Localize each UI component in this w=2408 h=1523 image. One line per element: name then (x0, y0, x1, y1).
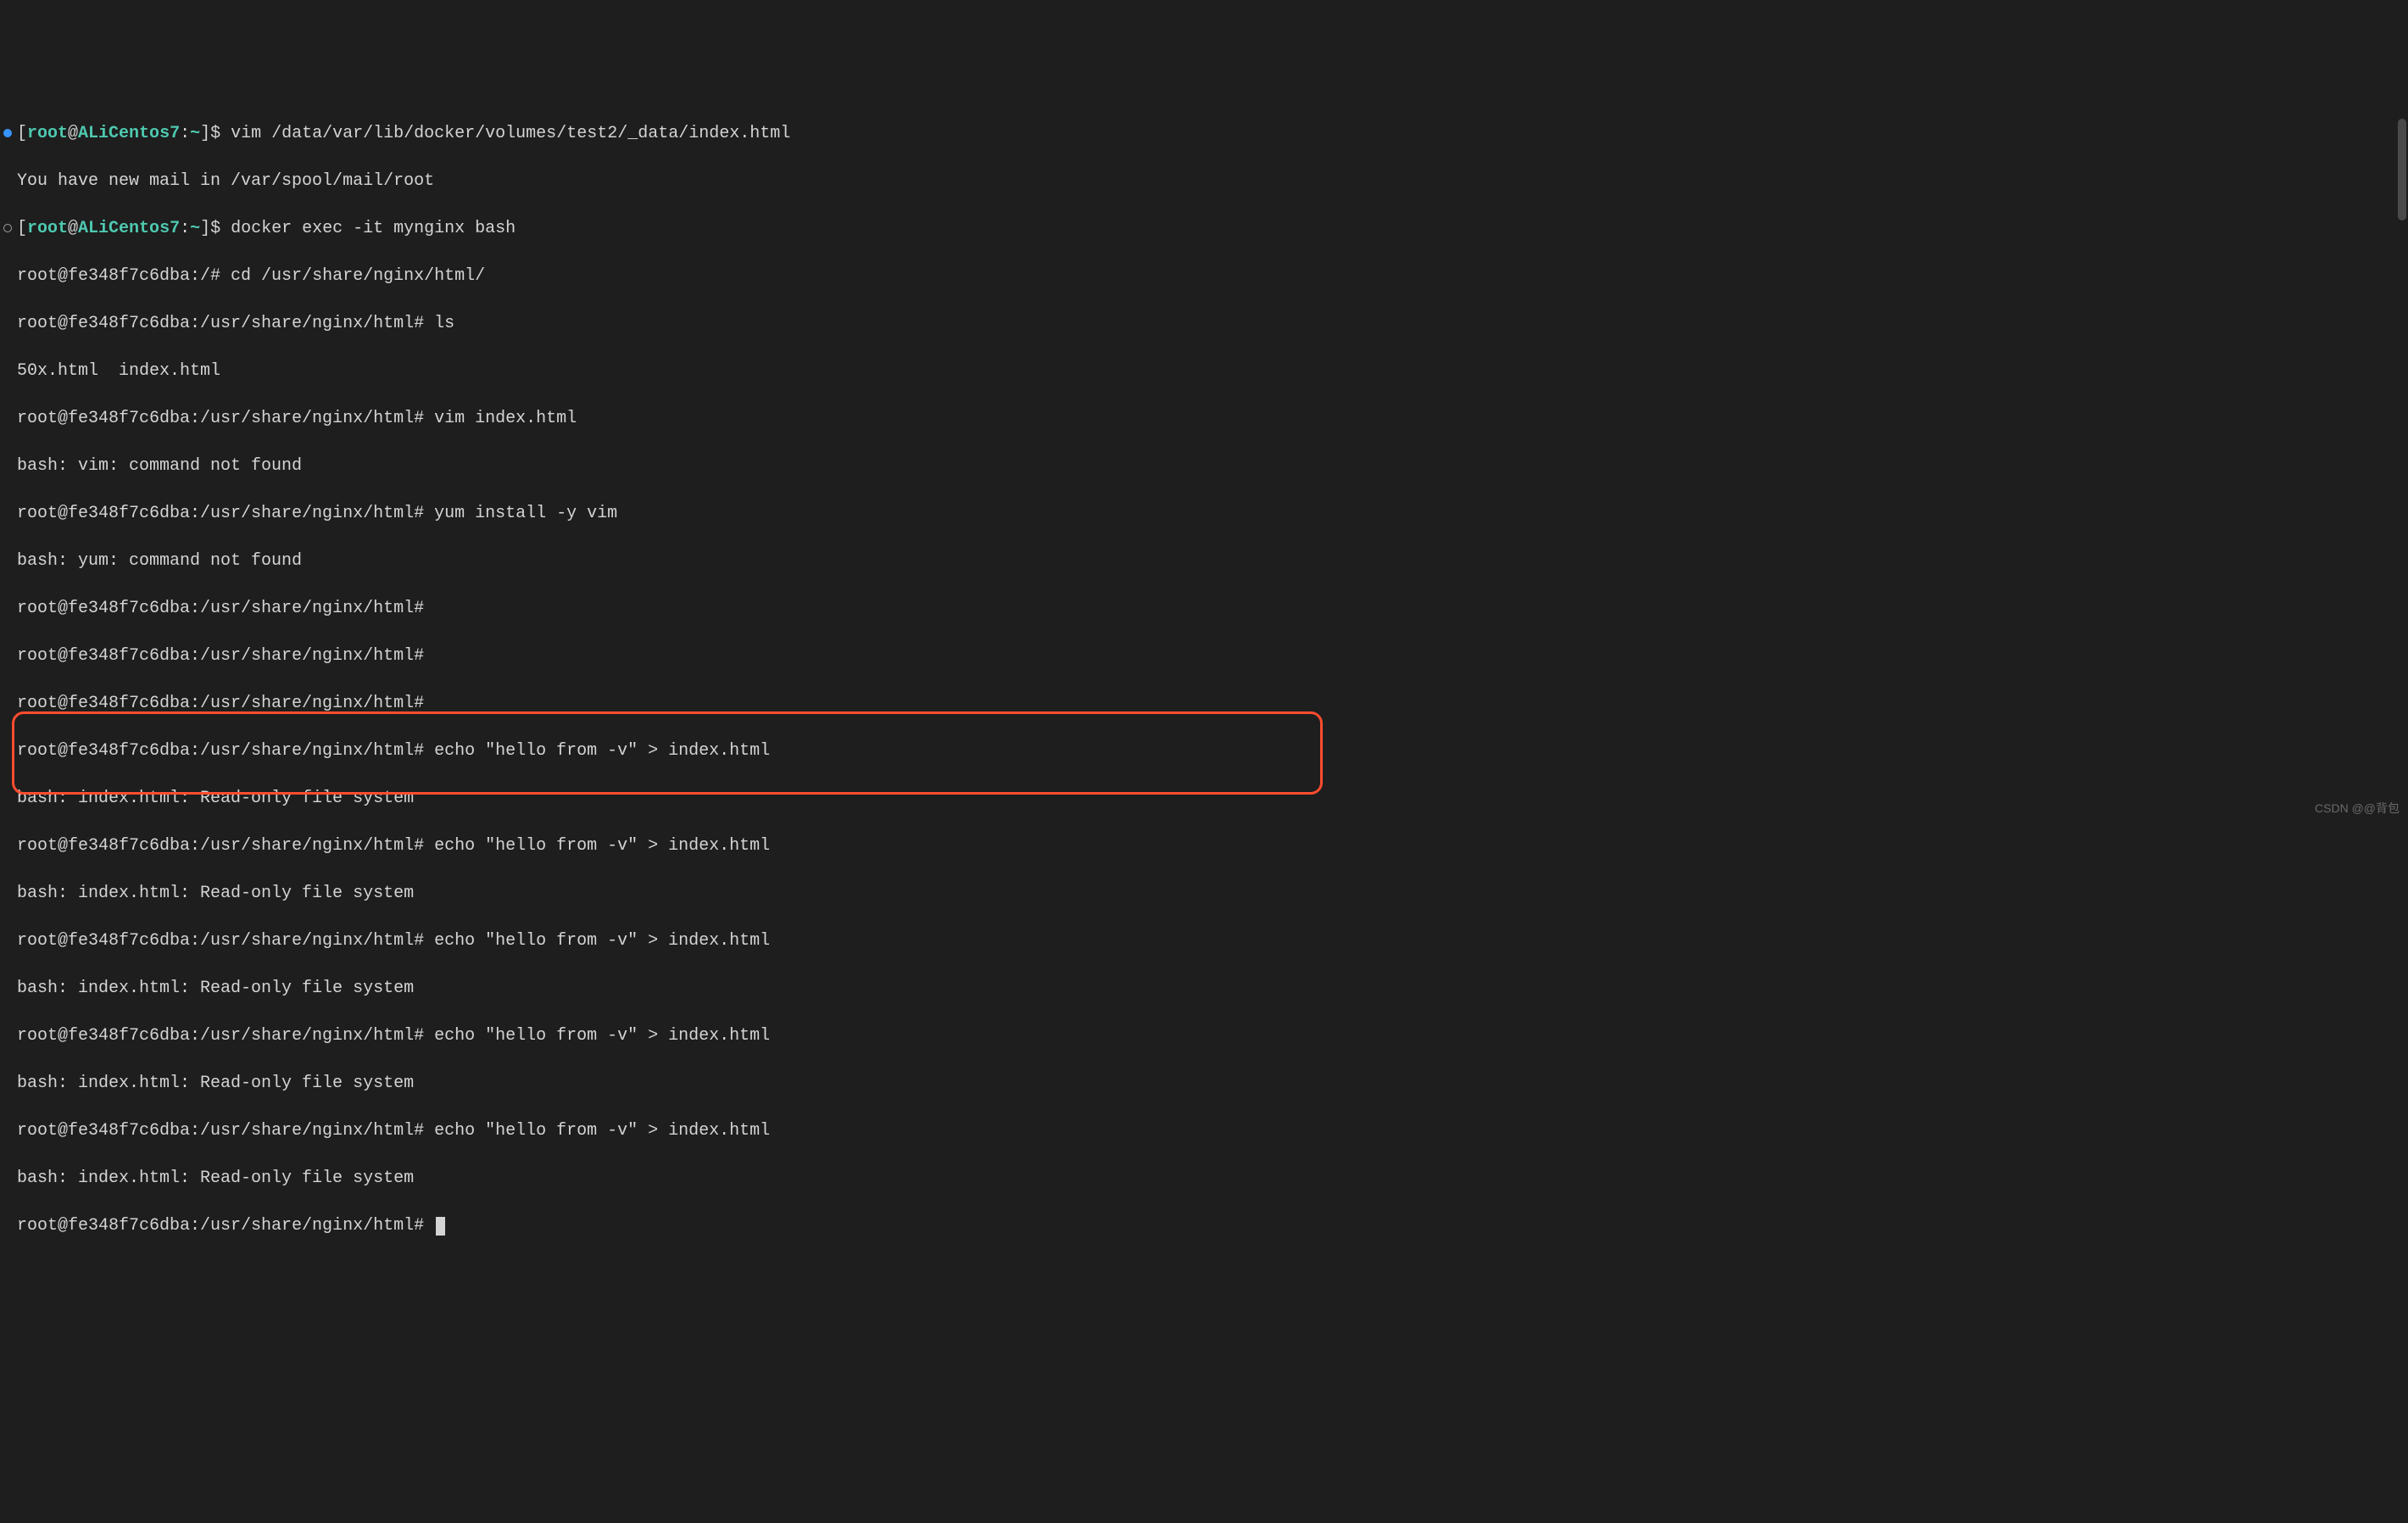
output-text: bash: index.html: Read-only file system (17, 1169, 414, 1188)
bracket: [ (17, 124, 27, 143)
container-prompt: root@fe348f7c6dba:/usr/share/nginx/html# (17, 646, 434, 666)
command-text: cd /usr/share/nginx/html/ (231, 266, 485, 286)
terminal-line: root@fe348f7c6dba:/usr/share/nginx/html#… (3, 834, 2408, 858)
terminal-line: [root@ALiCentos7:~]$ docker exec -it myn… (3, 217, 2408, 241)
command-text: echo "hello from -v" > index.html (434, 931, 770, 951)
status-dot-icon (3, 224, 12, 232)
prompt-host: ALiCentos7 (78, 219, 180, 238)
command-text: echo "hello from -v" > index.html (434, 1026, 770, 1046)
container-prompt: root@fe348f7c6dba:/usr/share/nginx/html# (17, 694, 434, 713)
command-text: vim /data/var/lib/docker/volumes/test2/_… (231, 124, 790, 143)
output-text: bash: index.html: Read-only file system (17, 1074, 414, 1093)
terminal-line: root@fe348f7c6dba:/usr/share/nginx/html#… (3, 1119, 2408, 1143)
status-dot-icon (3, 129, 12, 137)
container-prompt: root@fe348f7c6dba:/usr/share/nginx/html# (17, 1026, 434, 1046)
terminal-line: bash: index.html: Read-only file system (3, 882, 2408, 906)
output-text: You have new mail in /var/spool/mail/roo… (17, 171, 434, 191)
output-text: bash: vim: command not found (17, 456, 302, 476)
container-prompt: root@fe348f7c6dba:/usr/share/nginx/html# (17, 599, 434, 618)
container-prompt: root@fe348f7c6dba:/usr/share/nginx/html# (17, 409, 434, 428)
output-text: bash: index.html: Read-only file system (17, 979, 414, 998)
container-prompt: root@fe348f7c6dba:/usr/share/nginx/html# (17, 314, 434, 333)
command-text: echo "hello from -v" > index.html (434, 1121, 770, 1141)
terminal-line: bash: vim: command not found (3, 455, 2408, 478)
command-text: echo "hello from -v" > index.html (434, 836, 770, 856)
terminal-line: bash: index.html: Read-only file system (3, 977, 2408, 1001)
container-prompt: root@fe348f7c6dba:/usr/share/nginx/html# (17, 1216, 434, 1236)
command-text: docker exec -it mynginx bash (231, 219, 516, 238)
prompt-host: ALiCentos7 (78, 124, 180, 143)
colon: : (180, 219, 190, 238)
terminal-line: [root@ALiCentos7:~]$ vim /data/var/lib/d… (3, 122, 2408, 146)
at-sign: @ (68, 124, 78, 143)
at-sign: @ (68, 219, 78, 238)
container-prompt: root@fe348f7c6dba:/usr/share/nginx/html# (17, 504, 434, 523)
container-prompt: root@fe348f7c6dba:/usr/share/nginx/html# (17, 931, 434, 951)
terminal-line: bash: index.html: Read-only file system (3, 1072, 2408, 1096)
terminal-line: bash: index.html: Read-only file system (3, 787, 2408, 811)
terminal-line: root@fe348f7c6dba:/usr/share/nginx/html#… (3, 929, 2408, 953)
terminal-line: root@fe348f7c6dba:/usr/share/nginx/html#… (3, 312, 2408, 336)
output-text: bash: yum: command not found (17, 551, 302, 571)
cursor-icon (436, 1217, 445, 1236)
prompt-path: ~ (190, 219, 200, 238)
container-prompt: root@fe348f7c6dba:/usr/share/nginx/html# (17, 836, 434, 856)
prompt-path: ~ (190, 124, 200, 143)
terminal-line: root@fe348f7c6dba:/usr/share/nginx/html#… (3, 407, 2408, 431)
terminal-line: root@fe348f7c6dba:/usr/share/nginx/html# (3, 1214, 2408, 1238)
terminal-line: bash: index.html: Read-only file system (3, 1167, 2408, 1191)
container-prompt: root@fe348f7c6dba:/usr/share/nginx/html# (17, 741, 434, 761)
output-text: bash: index.html: Read-only file system (17, 884, 414, 903)
terminal-line: root@fe348f7c6dba:/usr/share/nginx/html#… (3, 502, 2408, 526)
colon: : (180, 124, 190, 143)
terminal-output[interactable]: [root@ALiCentos7:~]$ vim /data/var/lib/d… (0, 95, 2408, 1262)
terminal-line: bash: yum: command not found (3, 550, 2408, 573)
command-text: echo "hello from -v" > index.html (434, 741, 770, 761)
terminal-line: 50x.html index.html (3, 360, 2408, 383)
terminal-line: You have new mail in /var/spool/mail/roo… (3, 170, 2408, 193)
command-text: ls (434, 314, 454, 333)
container-prompt: root@fe348f7c6dba:/usr/share/nginx/html# (17, 1121, 434, 1141)
terminal-line: root@fe348f7c6dba:/usr/share/nginx/html# (3, 597, 2408, 621)
prompt-user: root (27, 219, 68, 238)
command-text: vim index.html (434, 409, 577, 428)
bracket-close: ]$ (200, 219, 231, 238)
bracket: [ (17, 219, 27, 238)
output-text: bash: index.html: Read-only file system (17, 789, 414, 808)
scrollbar-thumb[interactable] (2398, 119, 2406, 220)
terminal-line: root@fe348f7c6dba:/usr/share/nginx/html#… (3, 739, 2408, 763)
terminal-line: root@fe348f7c6dba:/usr/share/nginx/html# (3, 644, 2408, 668)
prompt-user: root (27, 124, 68, 143)
output-text: 50x.html index.html (17, 361, 220, 381)
command-text: yum install -y vim (434, 504, 617, 523)
bracket-close: ]$ (200, 124, 231, 143)
container-prompt: root@fe348f7c6dba:/# (17, 266, 231, 286)
terminal-line: root@fe348f7c6dba:/# cd /usr/share/nginx… (3, 265, 2408, 288)
terminal-line: root@fe348f7c6dba:/usr/share/nginx/html# (3, 692, 2408, 716)
watermark-text: CSDN @@背包 (2315, 801, 2400, 817)
terminal-line: root@fe348f7c6dba:/usr/share/nginx/html#… (3, 1024, 2408, 1048)
